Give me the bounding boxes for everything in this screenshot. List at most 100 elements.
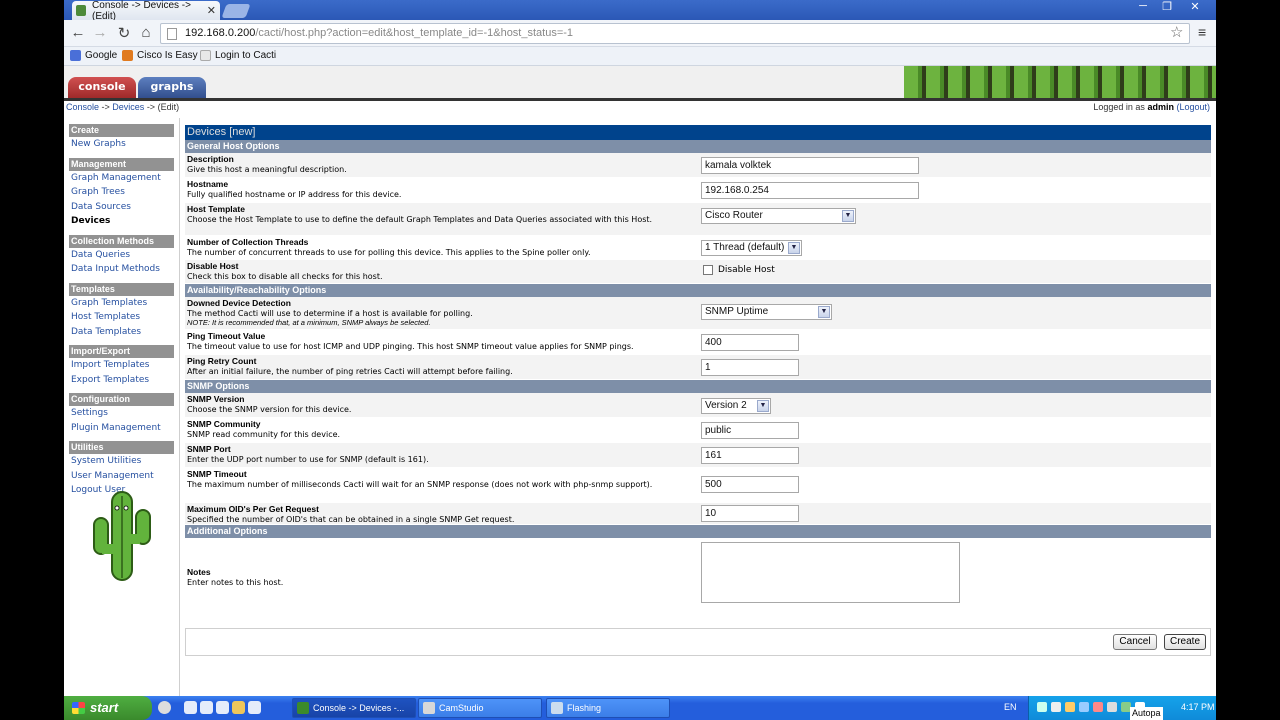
quicklaunch-icon[interactable] xyxy=(216,701,229,714)
cacti-logo-icon xyxy=(93,491,151,581)
bookmark-cisco-is-easy[interactable]: Cisco Is Easy xyxy=(122,50,198,61)
sidebar-item-graph-management[interactable]: Graph Management xyxy=(71,171,179,186)
quicklaunch-icon[interactable] xyxy=(158,701,171,714)
forward-icon[interactable]: → xyxy=(90,24,110,41)
sidebar-header-collection-methods: Collection Methods xyxy=(69,234,174,248)
restore-icon[interactable]: ❐ xyxy=(1156,0,1178,13)
sidebar-item-export-templates[interactable]: Export Templates xyxy=(71,373,179,388)
tab-graphs[interactable]: graphs xyxy=(138,77,206,98)
sidebar-item-user-management[interactable]: User Management xyxy=(71,469,179,484)
section-additional-options: Additional Options xyxy=(185,525,1211,538)
sidebar-item-data-templates[interactable]: Data Templates xyxy=(71,325,179,340)
language-indicator[interactable]: EN xyxy=(1004,702,1017,712)
volume-icon[interactable] xyxy=(1107,702,1117,712)
taskbar-item-browser[interactable]: Console -> Devices -... xyxy=(292,698,416,718)
shield-icon[interactable] xyxy=(1065,702,1075,712)
sidebar-item-data-queries[interactable]: Data Queries xyxy=(71,248,179,263)
threads-select[interactable]: 1 Thread (default) ▼ xyxy=(701,240,802,256)
new-tab-button[interactable] xyxy=(221,4,251,18)
sidebar-item-import-templates[interactable]: Import Templates xyxy=(71,358,179,373)
browser-tab[interactable]: Console -> Devices -> (Edit) ✕ xyxy=(72,0,220,22)
ping-retry-input[interactable]: 1 xyxy=(701,359,799,376)
disable-host-checkbox-label[interactable]: Disable Host xyxy=(718,265,775,276)
sidebar-item-system-utilities[interactable]: System Utilities xyxy=(71,454,179,469)
notes-textarea[interactable] xyxy=(701,542,960,603)
snmp-timeout-input[interactable]: 500 xyxy=(701,476,799,493)
sidebar-item-graph-templates[interactable]: Graph Templates xyxy=(71,296,179,311)
sidebar-item-graph-trees[interactable]: Graph Trees xyxy=(71,185,179,200)
tab-title: Console -> Devices -> (Edit) xyxy=(92,0,191,22)
sidebar-header-configuration: Configuration xyxy=(69,393,174,406)
downed-detection-select[interactable]: SNMP Uptime ▼ xyxy=(701,304,832,320)
cancel-button[interactable]: Cancel xyxy=(1113,634,1157,650)
browser-toolbar: ← → ↻ ⌂ 192.168.0.200/cacti/host.php?act… xyxy=(64,20,1216,47)
cacti-favicon-icon xyxy=(76,5,87,16)
back-icon[interactable]: ← xyxy=(68,24,88,41)
minimize-icon[interactable]: ─ xyxy=(1132,0,1154,12)
snmp-port-input[interactable]: 161 xyxy=(701,447,799,464)
sidebar-item-data-sources[interactable]: Data Sources xyxy=(71,200,179,215)
cacti-favicon-icon xyxy=(297,702,309,714)
row-hostname: Hostname Fully qualified hostname or IP … xyxy=(185,178,1211,203)
tab-console[interactable]: console xyxy=(68,77,136,98)
bookmark-google[interactable]: Google xyxy=(70,50,117,61)
overlay-label: Autopa xyxy=(1130,707,1163,720)
close-window-icon[interactable]: ✕ xyxy=(1184,0,1206,13)
tray-icon[interactable] xyxy=(1051,702,1061,712)
snmp-version-select[interactable]: Version 2 ▼ xyxy=(701,398,771,414)
quicklaunch-icon[interactable] xyxy=(248,701,261,714)
url-host: 192.168.0.200 xyxy=(185,27,256,39)
close-tab-icon[interactable]: ✕ xyxy=(207,4,216,17)
address-bar[interactable]: 192.168.0.200/cacti/host.php?action=edit… xyxy=(160,23,1190,44)
browser-menu-icon[interactable]: ≡ xyxy=(1198,24,1206,40)
taskbar-item-camstudio[interactable]: CamStudio xyxy=(418,698,542,718)
folder-icon[interactable] xyxy=(232,701,245,714)
host-template-select[interactable]: Cisco Router ▼ xyxy=(701,208,856,224)
snmp-community-input[interactable]: public xyxy=(701,422,799,439)
row-description: Description Give this host a meaningful … xyxy=(185,153,1211,178)
breadcrumb-devices[interactable]: Devices xyxy=(112,102,144,112)
form-actions: Cancel Create xyxy=(185,628,1211,656)
start-button[interactable]: start xyxy=(64,696,152,720)
breadcrumb-console[interactable]: Console xyxy=(66,102,99,112)
device-edit-form: Devices [new] General Host Options Descr… xyxy=(185,125,1211,611)
form-title: Devices [new] xyxy=(185,125,1211,140)
row-snmp-port: SNMP Port Enter the UDP port number to u… xyxy=(185,443,1211,468)
taskbar-item-flashing[interactable]: Flashing xyxy=(546,698,670,718)
tray-icon[interactable] xyxy=(1093,702,1103,712)
logout-link[interactable]: (Logout) xyxy=(1176,102,1210,112)
sidebar-item-plugin-management[interactable]: Plugin Management xyxy=(71,421,179,436)
clock[interactable]: 4:17 PM xyxy=(1181,702,1215,712)
reload-icon[interactable]: ↻ xyxy=(114,24,134,42)
quicklaunch-icon[interactable] xyxy=(184,701,197,714)
create-button[interactable]: Create xyxy=(1164,634,1206,650)
home-icon[interactable]: ⌂ xyxy=(136,24,156,41)
page-icon xyxy=(200,50,211,61)
logged-in-status: Logged in as admin (Logout) xyxy=(1093,102,1210,112)
quicklaunch-icon[interactable] xyxy=(200,701,213,714)
sidebar-header-create: Create xyxy=(69,124,174,137)
windows-taskbar: start Console -> Devices -... CamStudio … xyxy=(64,696,1216,720)
ping-timeout-input[interactable]: 400 xyxy=(701,334,799,351)
sidebar-item-new-graphs[interactable]: New Graphs xyxy=(71,137,179,152)
max-oids-input[interactable]: 10 xyxy=(701,505,799,522)
section-availability-options: Availability/Reachability Options xyxy=(185,284,1211,297)
page-icon xyxy=(167,28,177,40)
hostname-input[interactable]: 192.168.0.254 xyxy=(701,182,919,199)
sidebar-item-settings[interactable]: Settings xyxy=(71,406,179,421)
row-disable-host: Disable Host Check this box to disable a… xyxy=(185,260,1211,284)
sidebar-item-host-templates[interactable]: Host Templates xyxy=(71,310,179,325)
sidebar-item-data-input-methods[interactable]: Data Input Methods xyxy=(71,262,179,277)
bookmark-star-icon[interactable]: ☆ xyxy=(1170,23,1183,41)
chevron-down-icon: ▼ xyxy=(818,306,830,318)
browser-window: Console -> Devices -> (Edit) ✕ ─ ❐ ✕ ← →… xyxy=(64,0,1216,696)
description-input[interactable]: kamala volktek xyxy=(701,157,919,174)
network-icon[interactable] xyxy=(1079,702,1089,712)
sidebar-item-devices[interactable]: Devices xyxy=(71,214,179,229)
bookmark-login-to-cacti[interactable]: Login to Cacti xyxy=(200,50,276,61)
disable-host-checkbox[interactable] xyxy=(703,265,713,275)
sidebar-header-import-export: Import/Export xyxy=(69,345,174,358)
tray-icon[interactable] xyxy=(1037,702,1047,712)
url-path: /cacti/host.php?action=edit&host_templat… xyxy=(255,27,574,39)
letterbox xyxy=(0,696,64,720)
